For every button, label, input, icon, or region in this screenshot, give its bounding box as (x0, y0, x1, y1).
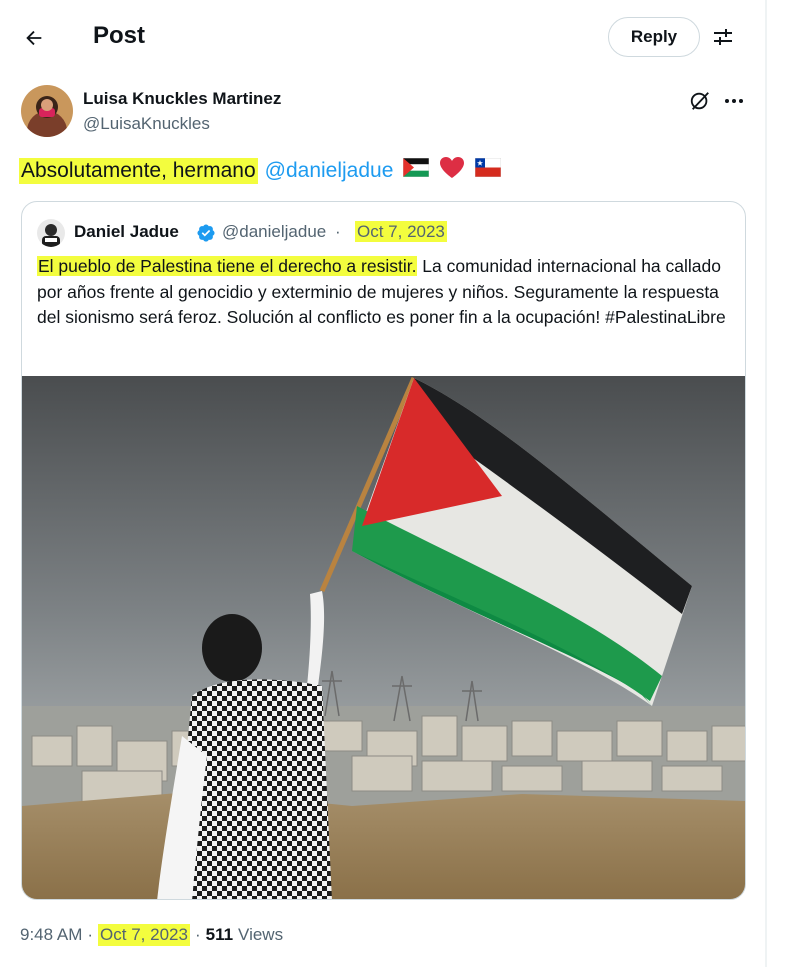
quoted-highlighted-text: El pueblo de Palestina tiene el derecho … (37, 256, 418, 276)
highlighted-text: Absolutamente, hermano (19, 157, 258, 184)
quoted-image[interactable] (22, 376, 746, 900)
red-heart-emoji (439, 156, 465, 185)
palestine-flag-emoji (403, 157, 430, 183)
scroll-gutter (766, 0, 800, 967)
post-page: Post Reply Luisa Knuckles Martinez @Luis… (0, 0, 766, 967)
quoted-author-handle[interactable]: @danieljadue · (222, 222, 341, 242)
back-button[interactable] (14, 18, 54, 58)
adjust-icon[interactable] (704, 18, 742, 56)
avatar[interactable] (21, 85, 73, 137)
post-time[interactable]: 9:48 AM (20, 925, 82, 945)
reply-button[interactable]: Reply (608, 17, 700, 57)
chile-flag-emoji (475, 157, 502, 183)
post-date[interactable]: Oct 7, 2023 (98, 924, 190, 946)
views-count: 511 (205, 925, 234, 944)
author-name[interactable]: Luisa Knuckles Martinez (83, 89, 281, 109)
header: Post Reply (0, 0, 766, 76)
quoted-text: El pueblo de Palestina tiene el derecho … (37, 254, 737, 331)
quoted-author-name[interactable]: Daniel Jadue (74, 222, 179, 242)
arrow-left-icon (26, 30, 42, 46)
separator: · (87, 925, 94, 944)
quoted-avatar[interactable] (37, 219, 65, 247)
more-options-icon[interactable] (720, 87, 748, 115)
author-handle[interactable]: @LuisaKnuckles (83, 114, 210, 134)
views-label: Views (238, 925, 284, 944)
verified-badge-icon (197, 224, 215, 242)
mention-link[interactable]: @danieljadue (265, 159, 394, 183)
grok-icon[interactable] (686, 87, 714, 115)
post-text: Absolutamente, hermano @danieljadue (19, 156, 502, 185)
quoted-date[interactable]: Oct 7, 2023 (355, 221, 447, 242)
quoted-post[interactable]: Daniel Jadue @danieljadue · Oct 7, 2023 … (21, 201, 746, 900)
separator: · (194, 925, 201, 944)
separator: · (334, 222, 341, 241)
page-title: Post (93, 22, 146, 49)
post-meta: 9:48 AM · Oct 7, 2023 · 511 Views (20, 924, 283, 946)
